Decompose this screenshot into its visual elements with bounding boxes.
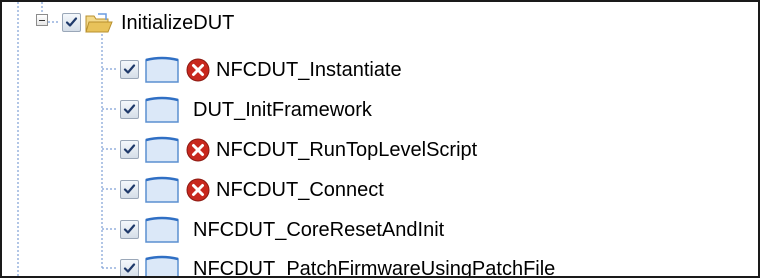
checkmark-icon	[123, 263, 136, 273]
checkmark-icon	[123, 144, 136, 154]
checkmark-icon	[65, 17, 78, 27]
tree-node-child[interactable]: DUT_InitFramework	[2, 89, 758, 129]
checkmark-icon	[123, 224, 136, 234]
node-checkbox[interactable]	[120, 60, 139, 79]
page-icon	[145, 136, 179, 163]
page-icon	[145, 176, 179, 203]
tree-node-label: NFCDUT_CoreResetAndInit	[193, 219, 445, 241]
error-icon	[186, 138, 210, 162]
tree-node-child[interactable]: NFCDUT_Connect	[2, 169, 758, 209]
node-checkbox[interactable]	[120, 220, 139, 239]
tree-node-child[interactable]: NFCDUT_PatchFirmwareUsingPatchFile	[2, 248, 758, 278]
tree-node-label: NFCDUT_Connect	[216, 179, 384, 201]
node-checkbox[interactable]	[120, 259, 139, 276]
error-icon	[186, 58, 210, 82]
open-folder-icon	[85, 13, 113, 33]
tree-node-child[interactable]: NFCDUT_Instantiate	[2, 49, 758, 89]
error-icon	[186, 178, 210, 202]
collapse-toggle[interactable]	[36, 14, 48, 26]
tree-view: InitializeDUT NFCDUT_Instantiate DUT_Ini…	[0, 0, 760, 278]
page-icon	[145, 216, 179, 243]
node-checkbox[interactable]	[120, 100, 139, 119]
checkmark-icon	[123, 184, 136, 194]
checkmark-icon	[123, 104, 136, 114]
tree-node-label: InitializeDUT	[121, 12, 235, 34]
page-icon	[145, 96, 179, 123]
node-checkbox[interactable]	[120, 140, 139, 159]
tree-node-label: NFCDUT_Instantiate	[216, 59, 402, 81]
node-checkbox[interactable]	[120, 180, 139, 199]
tree-node-label: NFCDUT_RunTopLevelScript	[216, 139, 478, 161]
checkmark-icon	[123, 64, 136, 74]
root-checkbox[interactable]	[62, 13, 81, 32]
tree-node-label: NFCDUT_PatchFirmwareUsingPatchFile	[193, 258, 556, 278]
tree-node-child[interactable]: NFCDUT_CoreResetAndInit	[2, 209, 758, 249]
page-icon	[145, 255, 179, 276]
tree-node-root[interactable]: InitializeDUT	[2, 2, 758, 42]
page-icon	[145, 56, 179, 83]
tree-node-child[interactable]: NFCDUT_RunTopLevelScript	[2, 129, 758, 169]
tree-node-label: DUT_InitFramework	[193, 99, 372, 121]
